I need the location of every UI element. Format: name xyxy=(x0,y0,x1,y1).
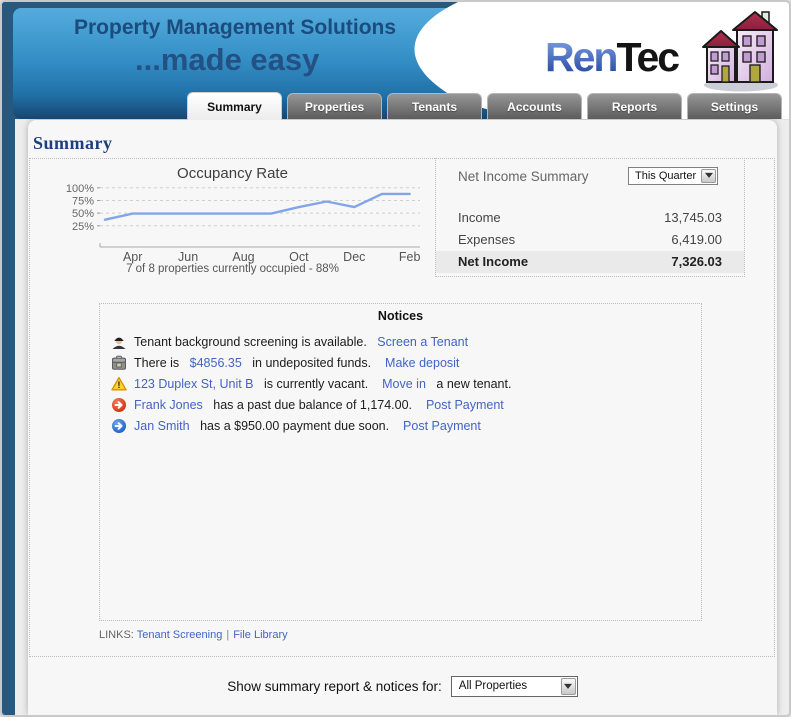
payment-due-icon xyxy=(111,418,127,434)
notice-text: a new tenant. xyxy=(432,376,512,391)
notice-link[interactable]: $4856.35 xyxy=(190,356,242,370)
svg-text:Apr: Apr xyxy=(123,250,142,264)
notice-link[interactable]: Make deposit xyxy=(385,356,459,370)
houses-logo-icon xyxy=(702,11,778,92)
notice-link[interactable]: Post Payment xyxy=(403,419,481,433)
notice-item: ! 123 Duplex St, Unit B is currently vaca… xyxy=(111,373,693,394)
tab-tenants[interactable]: Tenants xyxy=(387,93,482,119)
warning-icon: ! xyxy=(111,376,127,392)
quick-link[interactable]: Tenant Screening xyxy=(137,629,223,641)
row-label: Expenses xyxy=(458,232,516,247)
tagline-line1: Property Management Solutions xyxy=(74,16,397,39)
net-income-total-row: Net Income 7,326.03 xyxy=(436,251,744,273)
notice-item: Frank Jones has a past due balance of 1,… xyxy=(111,394,693,415)
row-label: Net Income xyxy=(458,254,529,269)
notice-link[interactable]: Frank Jones xyxy=(134,398,203,412)
rentec-logo: RenTec xyxy=(545,34,680,81)
tenant-screening-icon xyxy=(111,334,127,350)
notice-text: has a past due balance of 1,174.00. xyxy=(209,397,419,412)
notices-panel: Notices Tenant background screening is a… xyxy=(99,303,702,621)
links-row: LINKS: Tenant Screening | File Library xyxy=(99,629,288,641)
links-label: LINKS: xyxy=(99,629,134,641)
period-select-value: This Quarter xyxy=(635,170,697,182)
tab-summary[interactable]: Summary xyxy=(187,92,282,120)
link-separator: | xyxy=(226,629,230,641)
svg-text:Oct: Oct xyxy=(289,250,309,264)
svg-text:!: ! xyxy=(117,380,120,391)
links-row-links: Tenant Screening | File Library xyxy=(137,629,288,641)
row-value: 13,745.03 xyxy=(664,210,722,225)
svg-text:Feb: Feb xyxy=(399,250,421,264)
past-due-icon xyxy=(111,397,127,413)
quick-link[interactable]: File Library xyxy=(233,629,287,641)
tab-reports[interactable]: Reports xyxy=(587,93,682,119)
svg-text:Dec: Dec xyxy=(343,250,365,264)
chevron-down-icon[interactable] xyxy=(701,169,716,183)
notice-link[interactable]: Screen a Tenant xyxy=(377,335,468,349)
net-income-panel: Net Income Summary This Quarter Income 1… xyxy=(435,158,745,277)
net-income-title: Net Income Summary xyxy=(458,169,589,184)
notices-list: Tenant background screening is available… xyxy=(111,331,693,436)
svg-text:Aug: Aug xyxy=(232,250,254,264)
notices-title: Notices xyxy=(377,309,424,323)
content-card: Summary Occupancy Rate 100% 75% 50% 25% Apr J… xyxy=(28,120,777,715)
net-income-row: Income 13,745.03 xyxy=(436,207,744,229)
footer-filter-label: Show summary report & notices for: xyxy=(227,679,442,694)
notice-text: Tenant background screening is available… xyxy=(134,334,371,349)
deposit-icon xyxy=(111,355,127,371)
chart-caption: 7 of 8 properties currently occupied - 8… xyxy=(126,263,339,275)
tab-bar: Summary Properties Tenants Accounts Repo… xyxy=(187,92,782,120)
page-title: Summary xyxy=(33,133,113,153)
notice-link[interactable]: Post Payment xyxy=(426,398,504,412)
notice-text: has a $950.00 payment due soon. xyxy=(196,418,397,433)
footer-filter: Show summary report & notices for: All P… xyxy=(28,676,777,697)
row-value: 6,419.00 xyxy=(671,232,722,247)
row-value: 7,326.03 xyxy=(671,254,722,269)
logo-tec: Tec xyxy=(616,34,680,80)
notice-item: There is $4856.35 in undeposited funds. … xyxy=(111,352,693,373)
summary-panel: Occupancy Rate 100% 75% 50% 25% Apr Jun Aug Oct… xyxy=(29,158,775,657)
tab-properties[interactable]: Properties xyxy=(287,93,382,119)
header: Property Management Solutions ...made ea… xyxy=(2,2,789,120)
chevron-down-icon[interactable] xyxy=(560,678,576,695)
svg-text:25%: 25% xyxy=(72,221,94,233)
notice-text: in undeposited funds. xyxy=(248,355,379,370)
logo-ren: Ren xyxy=(545,34,618,80)
tab-settings[interactable]: Settings xyxy=(687,93,782,119)
svg-text:50%: 50% xyxy=(72,208,94,220)
tagline-line2: ...made easy xyxy=(135,42,320,77)
svg-text:100%: 100% xyxy=(66,183,94,195)
net-income-rows: Income 13,745.03 Expenses 6,419.00 Net I… xyxy=(436,207,744,273)
svg-text:75%: 75% xyxy=(72,196,94,208)
svg-text:Jun: Jun xyxy=(178,250,198,264)
net-income-row: Expenses 6,419.00 xyxy=(436,229,744,251)
notice-text: is currently vacant. xyxy=(260,376,376,391)
notice-link[interactable]: Move in xyxy=(382,377,426,391)
property-filter-select[interactable]: All Properties xyxy=(450,676,578,697)
property-filter-value: All Properties xyxy=(458,680,528,692)
notice-item: Jan Smith has a $950.00 payment due soon… xyxy=(111,415,693,436)
notice-link[interactable]: 123 Duplex St, Unit B xyxy=(134,377,254,391)
notice-link[interactable]: Jan Smith xyxy=(134,419,190,433)
app-window: Property Management Solutions ...made ea… xyxy=(0,0,791,717)
notice-text: There is xyxy=(134,355,183,370)
chart-title: Occupancy Rate xyxy=(177,165,288,182)
row-label: Income xyxy=(458,210,501,225)
tab-accounts[interactable]: Accounts xyxy=(487,93,582,119)
notice-item: Tenant background screening is available… xyxy=(111,331,693,352)
period-select[interactable]: This Quarter xyxy=(628,167,718,185)
occupancy-chart-svg: 100%75%50%25% Apr Jun Aug Oct Dec Feb xyxy=(66,183,421,264)
